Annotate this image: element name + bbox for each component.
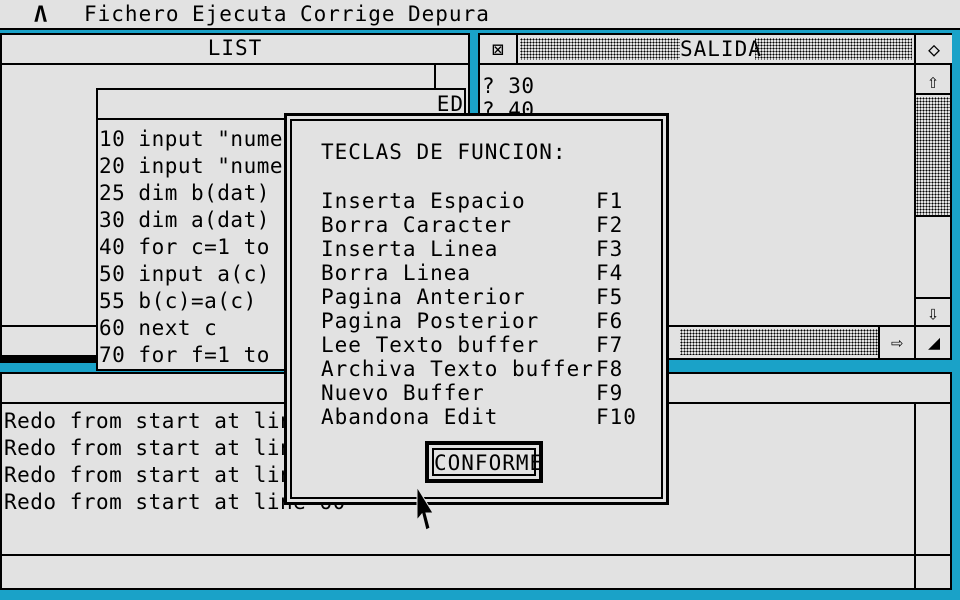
- fkey-row: Lee Texto buffer F7: [321, 333, 624, 357]
- scroll-right-arrow-icon[interactable]: ⇨: [878, 327, 914, 358]
- list-title-bar[interactable]: LIST: [2, 35, 468, 65]
- close-icon[interactable]: ⊠: [480, 35, 518, 63]
- list-title: LIST: [207, 36, 263, 60]
- function-keys-dialog: TECLAS DE FUNCION: Inserta Espacio F1 Bor…: [284, 113, 669, 505]
- console-hscroll-divider: [2, 554, 952, 556]
- menu-fichero[interactable]: Fichero: [84, 2, 180, 26]
- scroll-up-arrow-icon[interactable]: ⇧: [916, 67, 950, 95]
- code-line: 55 b(c)=a(c): [99, 289, 257, 313]
- menu-corrige[interactable]: Corrige: [300, 2, 396, 26]
- fkey-row: Pagina Anterior F5: [321, 285, 624, 309]
- code-line: 40 for c=1 to da: [99, 235, 310, 259]
- code-line: 20 input "numero: [99, 154, 310, 178]
- menu-depura[interactable]: Depura: [408, 2, 490, 26]
- atari-logo-icon[interactable]: Λ: [34, 3, 47, 28]
- fkey-row: Abandona Edit F10: [321, 405, 637, 429]
- output-title: SALIDA: [680, 37, 762, 61]
- resize-icon[interactable]: ◢: [914, 327, 952, 358]
- fkey-row: Inserta Espacio F1: [321, 189, 624, 213]
- fkey-row: Archiva Texto buffer F8: [321, 357, 624, 381]
- console-vscroll-divider: [914, 404, 916, 588]
- vscroll-thumb-edge: [916, 215, 950, 217]
- conforme-button[interactable]: CONFORME: [425, 441, 543, 483]
- code-line: 50 input a(c): [99, 262, 270, 286]
- vscroll-track[interactable]: [916, 97, 950, 215]
- code-line: 30 dim a(dat): [99, 208, 270, 232]
- fkey-row: Pagina Posterior F6: [321, 309, 624, 333]
- fkey-row: Borra Linea F4: [321, 261, 624, 285]
- fullsize-icon[interactable]: ◇: [914, 35, 952, 63]
- code-line: 70 for f=1 to da: [99, 343, 310, 367]
- mouse-pointer-icon: [416, 486, 434, 531]
- console-line: Redo from start at line: [4, 463, 307, 487]
- code-line: 10 input "numero: [99, 127, 310, 151]
- output-line: ? 30: [482, 74, 535, 98]
- conforme-label: CONFORME: [432, 448, 542, 476]
- console-line: Redo from start at line: [4, 409, 307, 433]
- scroll-down-arrow-icon[interactable]: ⇩: [916, 297, 950, 325]
- code-line: 60 next c: [99, 316, 218, 340]
- hscroll-track[interactable]: [680, 329, 878, 355]
- console-line: Redo from start at line: [4, 436, 307, 460]
- fkey-row: Inserta Linea F3: [321, 237, 624, 261]
- code-line: 25 dim b(dat): [99, 181, 270, 205]
- fkey-row: Nuevo Buffer F9: [321, 381, 624, 405]
- dialog-title: TECLAS DE FUNCION:: [321, 140, 567, 164]
- fkey-row: Borra Caracter F2: [321, 213, 624, 237]
- menu-bar: Λ Fichero Ejecuta Corrige Depura: [0, 0, 960, 30]
- output-title-bar[interactable]: ⊠ SALIDA ◇: [480, 35, 952, 65]
- menu-ejecuta[interactable]: Ejecuta: [192, 2, 288, 26]
